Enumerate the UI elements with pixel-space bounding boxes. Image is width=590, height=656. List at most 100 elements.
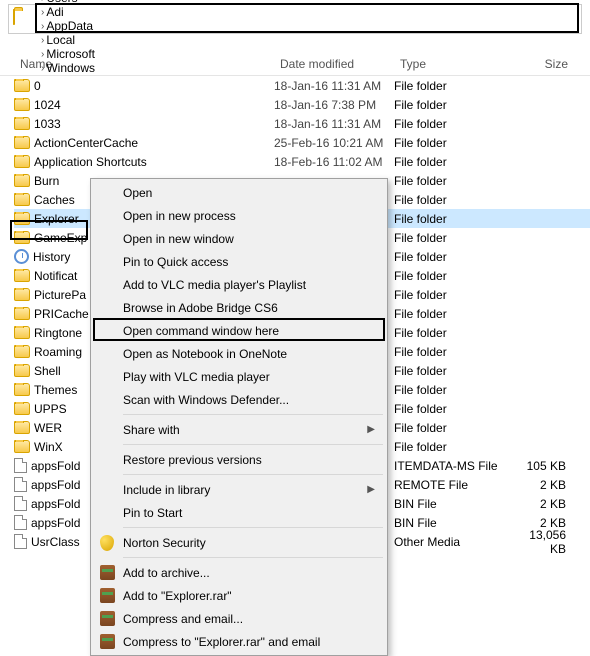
file-size: 2 KB [514, 478, 574, 492]
file-type: File folder [394, 193, 514, 207]
menu-item-label: Open as Notebook in OneNote [123, 347, 287, 361]
menu-item-label: Add to VLC media player's Playlist [123, 278, 306, 292]
file-type: File folder [394, 231, 514, 245]
file-type: File folder [394, 117, 514, 131]
file-icon [14, 515, 27, 530]
rar-icon [99, 565, 115, 581]
breadcrumb-item[interactable]: ›Windows [35, 61, 129, 75]
menu-item[interactable]: Pin to Start [93, 501, 385, 524]
file-type: File folder [394, 345, 514, 359]
menu-item[interactable]: Include in library ▶ [93, 478, 385, 501]
file-name: UPPS [34, 402, 67, 416]
file-name: appsFold [31, 516, 80, 530]
menu-separator [123, 444, 383, 445]
file-name: Caches [34, 193, 75, 207]
file-type: ITEMDATA-MS File [394, 459, 514, 473]
file-type: File folder [394, 421, 514, 435]
file-name: ActionCenterCache [34, 136, 138, 150]
file-icon [14, 458, 27, 473]
menu-item[interactable]: Open in new window [93, 227, 385, 250]
hist-icon [14, 249, 29, 264]
submenu-arrow-icon: ▶ [367, 484, 375, 495]
file-name: Themes [34, 383, 77, 397]
table-row[interactable]: Application Shortcuts 18-Feb-16 11:02 AMF… [14, 152, 590, 171]
folder-icon [14, 326, 30, 339]
menu-item-label: Add to archive... [123, 566, 210, 580]
menu-item[interactable]: Add to VLC media player's Playlist [93, 273, 385, 296]
file-type: Other Media [394, 535, 514, 549]
header-type[interactable]: Type [394, 57, 514, 71]
menu-item[interactable]: Open command window here [93, 319, 385, 342]
file-date: 18-Jan-16 11:31 AM [274, 117, 394, 131]
menu-item[interactable]: Share with ▶ [93, 418, 385, 441]
menu-item[interactable]: Open [93, 181, 385, 204]
file-type: File folder [394, 174, 514, 188]
file-type: File folder [394, 288, 514, 302]
folder-icon [14, 117, 30, 130]
breadcrumb-item[interactable]: ›Local [35, 33, 129, 47]
menu-separator [123, 527, 383, 528]
chevron-right-icon: › [39, 63, 46, 74]
header-size[interactable]: Size [514, 57, 574, 71]
breadcrumb-label: Adi [46, 5, 63, 19]
table-row[interactable]: ActionCenterCache25-Feb-16 10:21 AMFile … [14, 133, 590, 152]
file-type: REMOTE File [394, 478, 514, 492]
menu-item-label: Share with [123, 423, 180, 437]
file-date: 18-Jan-16 7:38 PM [274, 98, 394, 112]
file-name: WinX [34, 440, 63, 454]
menu-item[interactable]: Pin to Quick access [93, 250, 385, 273]
header-date[interactable]: Date modified [274, 57, 394, 71]
file-type: File folder [394, 402, 514, 416]
file-type: File folder [394, 383, 514, 397]
file-name: Ringtone [34, 326, 82, 340]
folder-icon [14, 98, 30, 111]
menu-item[interactable]: Add to "Explorer.rar" [93, 584, 385, 607]
menu-item-label: Open command window here [123, 324, 279, 338]
file-name: appsFold [31, 459, 80, 473]
menu-item[interactable]: Open as Notebook in OneNote [93, 342, 385, 365]
file-date: 18-Feb-16 11:02 AM [274, 155, 394, 169]
rar-icon [99, 588, 115, 604]
breadcrumb-item[interactable]: ›AppData [35, 19, 129, 33]
menu-item-label: Include in library [123, 483, 210, 497]
table-row[interactable]: 102418-Jan-16 7:38 PMFile folder [14, 95, 590, 114]
menu-item-label: Pin to Start [123, 506, 182, 520]
chevron-right-icon: › [39, 7, 46, 18]
submenu-arrow-icon: ▶ [367, 424, 375, 435]
file-name: Notificat [34, 269, 77, 283]
menu-item-label: Browse in Adobe Bridge CS6 [123, 301, 278, 315]
menu-separator [123, 474, 383, 475]
menu-item-label: Scan with Windows Defender... [123, 393, 289, 407]
file-type: File folder [394, 250, 514, 264]
menu-item[interactable]: Play with VLC media player [93, 365, 385, 388]
address-bar[interactable]: This PC›Local Disk (C:)›Users›Adi›AppDat… [8, 4, 582, 34]
file-name: Application Shortcuts [34, 155, 147, 169]
file-type: File folder [394, 155, 514, 169]
breadcrumb-item[interactable]: ›Microsoft [35, 47, 129, 61]
table-row[interactable]: 018-Jan-16 11:31 AMFile folder [14, 76, 590, 95]
file-name: Roaming [34, 345, 82, 359]
file-name: 0 [34, 79, 41, 93]
file-name: appsFold [31, 497, 80, 511]
file-type: File folder [394, 212, 514, 226]
file-name: UsrClass [31, 535, 80, 549]
menu-item[interactable]: Browse in Adobe Bridge CS6 [93, 296, 385, 319]
folder-icon [14, 383, 30, 396]
menu-item[interactable]: Restore previous versions [93, 448, 385, 471]
menu-item[interactable]: Norton Security [93, 531, 385, 554]
rar-icon [99, 611, 115, 627]
menu-item[interactable]: Compress to "Explorer.rar" and email [93, 630, 385, 653]
menu-item[interactable]: Add to archive... [93, 561, 385, 584]
table-row[interactable]: 103318-Jan-16 11:31 AMFile folder [14, 114, 590, 133]
menu-separator [123, 557, 383, 558]
folder-icon [14, 345, 30, 358]
menu-item-label: Pin to Quick access [123, 255, 228, 269]
menu-item[interactable]: Scan with Windows Defender... [93, 388, 385, 411]
file-name: Shell [34, 364, 61, 378]
chevron-right-icon: › [39, 21, 46, 32]
breadcrumb-item[interactable]: ›Adi [35, 5, 129, 19]
file-name: appsFold [31, 478, 80, 492]
file-type: File folder [394, 364, 514, 378]
menu-item[interactable]: Open in new process [93, 204, 385, 227]
menu-item[interactable]: Compress and email... [93, 607, 385, 630]
